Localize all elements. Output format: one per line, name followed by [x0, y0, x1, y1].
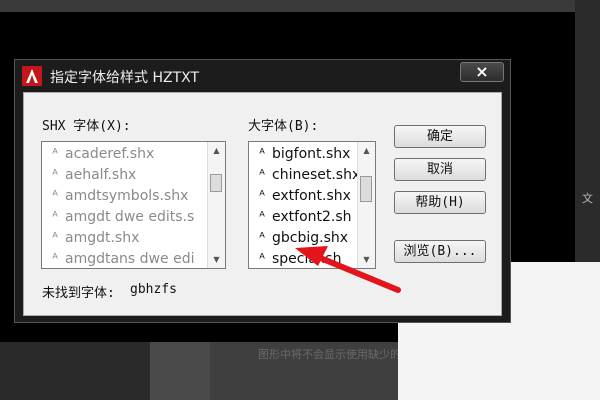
font-file-icon: ᴬ	[52, 252, 58, 267]
background-right-panel	[575, 0, 600, 265]
browse-button[interactable]: 浏览(B)...	[394, 240, 486, 263]
scroll-down-icon[interactable]: ▼	[208, 251, 225, 268]
list-item[interactable]: ᴬ amgdt.shx	[45, 227, 139, 249]
font-file-icon: ᴬ	[259, 252, 265, 267]
shx-font-label: SHX 字体(X):	[42, 119, 131, 134]
background-top-bar	[0, 0, 600, 12]
scroll-thumb[interactable]	[360, 176, 372, 202]
scroll-thumb[interactable]	[210, 174, 222, 192]
not-found-label: 未找到字体:	[42, 286, 115, 301]
big-list-scrollbar[interactable]: ▲ ▼	[357, 142, 375, 268]
dialog-client: SHX 字体(X): 大字体(B): ᴬ acaderef.shx ᴬ aehalf…	[23, 92, 502, 316]
big-font-list[interactable]: ᴬ bigfont.shx ᴬ chineset.shx ᴬ extfont.shx …	[248, 141, 376, 269]
list-item[interactable]: ᴬ amgdt dwe edits.s	[45, 206, 194, 228]
font-file-icon: ᴬ	[259, 168, 265, 183]
list-item[interactable]: ᴬ acaderef.shx	[45, 143, 154, 165]
font-file-icon: ᴬ	[259, 147, 265, 162]
font-file-icon: ᴬ	[52, 231, 58, 246]
autocad-icon	[22, 66, 42, 86]
big-font-label: 大字体(B):	[248, 119, 319, 134]
list-item[interactable]: ᴬ extfont.shx	[252, 185, 351, 207]
font-file-icon: ᴬ	[259, 189, 265, 204]
dialog-title: 指定字体给样式 HZTXT	[50, 70, 200, 86]
scroll-down-icon[interactable]: ▼	[358, 251, 375, 268]
font-assign-dialog: 指定字体给样式 HZTXT × SHX 字体(X): 大字体(B): ᴬ acad…	[14, 59, 511, 323]
font-file-icon: ᴬ	[52, 147, 58, 162]
font-file-icon: ᴬ	[52, 189, 58, 204]
ok-button[interactable]: 确定	[394, 125, 486, 148]
font-file-icon: ᴬ	[52, 210, 58, 225]
shx-list-scrollbar[interactable]: ▲ ▼	[207, 142, 225, 268]
background-bottom-mid	[150, 342, 210, 400]
list-item-selected-gbcbig[interactable]: ᴬ gbcbig.shx	[252, 227, 348, 249]
scroll-up-icon[interactable]: ▲	[208, 142, 225, 159]
list-item[interactable]: ᴬ bigfont.shx	[252, 143, 350, 165]
background-side-text: 文	[582, 192, 593, 205]
list-item[interactable]: ᴬ amgdtans dwe edi	[45, 248, 194, 268]
scroll-up-icon[interactable]: ▲	[358, 142, 375, 159]
font-file-icon: ᴬ	[259, 210, 265, 225]
help-button[interactable]: 帮助(H)	[394, 191, 486, 214]
list-item[interactable]: ᴬ aehalf.shx	[45, 164, 136, 186]
list-item[interactable]: ᴬ chineset.shx	[252, 164, 360, 186]
font-file-icon: ᴬ	[259, 231, 265, 246]
font-file-icon: ᴬ	[52, 168, 58, 183]
shx-font-list[interactable]: ᴬ acaderef.shx ᴬ aehalf.shx ᴬ amdtsymbols.s…	[41, 141, 226, 269]
list-item[interactable]: ᴬ special.sh	[252, 248, 341, 268]
title-bar: 指定字体给样式 HZTXT ×	[15, 60, 510, 92]
close-button[interactable]: ×	[460, 62, 504, 82]
list-item[interactable]: ᴬ amdtsymbols.shx	[45, 185, 188, 207]
not-found-value: gbhzfs	[130, 282, 177, 297]
cancel-button[interactable]: 取消	[394, 158, 486, 181]
background-message: 图形中将不会显示使用缺少的	[258, 348, 401, 361]
list-item[interactable]: ᴬ extfont2.sh	[252, 206, 351, 228]
